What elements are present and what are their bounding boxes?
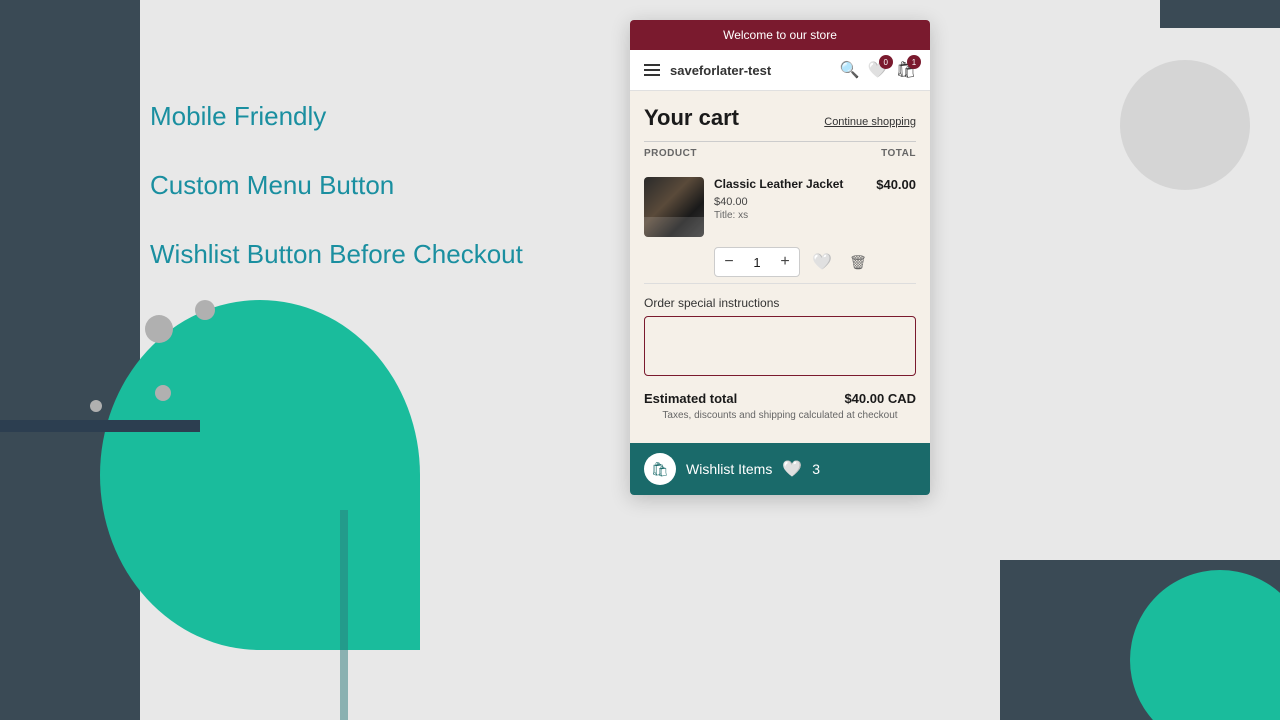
estimated-total-value: $40.00 CAD <box>844 391 916 406</box>
instructions-label: Order special instructions <box>644 296 916 310</box>
shopify-logo-icon: 🛍 <box>644 453 676 485</box>
estimated-total-label: Estimated total <box>644 391 737 406</box>
wishlist-badge: 0 <box>879 55 893 69</box>
wishlist-bar-label: Wishlist Items <box>686 461 772 477</box>
item-details: Classic Leather Jacket $40.00 Title: xs <box>714 177 866 221</box>
item-total: $40.00 <box>876 177 916 192</box>
cart-item: Classic Leather Jacket $40.00 Title: xs … <box>644 171 916 284</box>
instructions-textarea[interactable] <box>644 316 916 376</box>
bg-left-dark <box>0 0 140 720</box>
product-image <box>644 177 704 237</box>
quantity-stepper: − 1 + <box>714 247 800 277</box>
store-banner-text: Welcome to our store <box>723 28 837 42</box>
item-top: Classic Leather Jacket $40.00 Title: xs … <box>644 177 916 237</box>
cart-columns: PRODUCT TOTAL <box>644 141 916 163</box>
total-column-header: TOTAL <box>881 148 916 159</box>
cart-badge: 1 <box>907 55 921 69</box>
cart-body: Your cart Continue shopping PRODUCT TOTA… <box>630 91 930 443</box>
feature-3: Wishlist Button Before Checkout <box>150 238 620 272</box>
decrease-quantity-button[interactable]: − <box>715 248 743 276</box>
hamburger-icon[interactable] <box>644 64 660 76</box>
store-name: saveforlater-test <box>670 63 771 78</box>
header-left: saveforlater-test <box>644 63 771 78</box>
cart-title-row: Your cart Continue shopping <box>644 105 916 131</box>
bg-circle-3 <box>155 385 171 401</box>
product-column-header: PRODUCT <box>644 148 697 159</box>
wishlist-bar[interactable]: 🛍 Wishlist Items 🤍 3 <box>630 443 930 495</box>
wishlist-count: 3 <box>812 461 820 477</box>
store-banner: Welcome to our store <box>630 20 930 50</box>
cart-modal: Welcome to our store saveforlater-test 🔍… <box>630 20 930 495</box>
save-for-later-button[interactable]: 🤍 <box>808 248 836 276</box>
item-price: $40.00 <box>714 196 866 208</box>
bg-circle-1 <box>145 315 173 343</box>
wishlist-button[interactable]: 🤍 0 <box>868 60 888 80</box>
quantity-value: 1 <box>743 255 771 270</box>
wishlist-heart-icon: 🤍 <box>782 459 802 479</box>
left-panel: Mobile Friendly Custom Menu Button Wishl… <box>150 100 620 306</box>
bg-horizontal-bar <box>0 420 200 432</box>
taxes-note: Taxes, discounts and shipping calculated… <box>644 410 916 421</box>
remove-item-button[interactable]: 🗑 <box>844 248 872 276</box>
feature-2: Custom Menu Button <box>150 169 620 203</box>
item-name: Classic Leather Jacket <box>714 177 866 193</box>
item-controls: − 1 + 🤍 🗑 <box>644 247 916 277</box>
continue-shopping-link[interactable]: Continue shopping <box>824 116 916 128</box>
header-icons: 🔍 🤍 0 🛍 1 <box>840 60 916 80</box>
cart-button[interactable]: 🛍 1 <box>896 60 916 80</box>
increase-quantity-button[interactable]: + <box>771 248 799 276</box>
bg-circle-4 <box>90 400 102 412</box>
bg-right-grey-circle <box>1120 60 1250 190</box>
bg-right-dark-top <box>1220 0 1280 28</box>
cart-header: saveforlater-test 🔍 🤍 0 🛍 1 <box>630 50 930 91</box>
estimated-total-row: Estimated total $40.00 CAD <box>644 391 916 406</box>
search-button[interactable]: 🔍 <box>840 60 860 80</box>
item-variant: Title: xs <box>714 210 866 221</box>
bg-teal-shape <box>100 300 420 650</box>
bg-right-bar <box>1160 0 1220 28</box>
feature-1: Mobile Friendly <box>150 100 620 134</box>
cart-title: Your cart <box>644 105 739 131</box>
instructions-section: Order special instructions <box>644 296 916 381</box>
bg-vertical-bar <box>340 510 348 720</box>
